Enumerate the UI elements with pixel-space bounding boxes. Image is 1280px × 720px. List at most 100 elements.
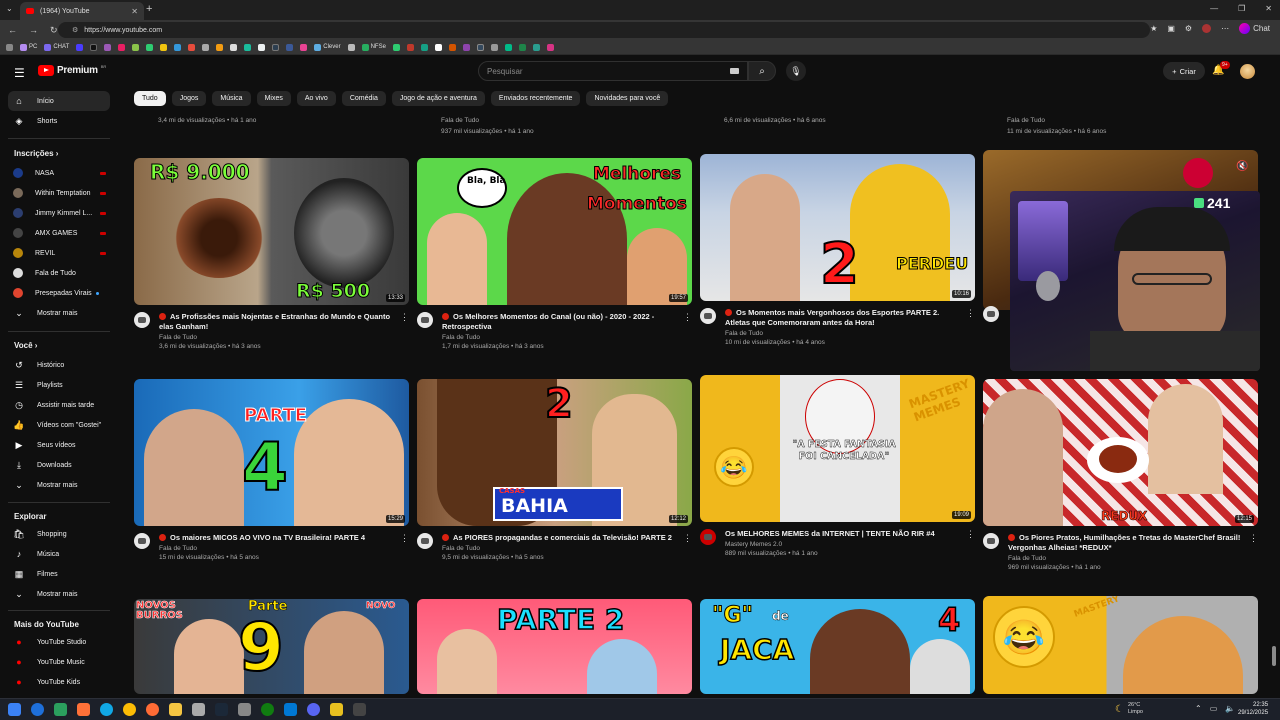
more-actions-icon[interactable]: ⋮ xyxy=(966,529,975,557)
channel-name[interactable]: Fala de Tudo xyxy=(1007,115,1106,126)
video-card[interactable]: PARTE 2 xyxy=(417,599,692,694)
video-thumbnail[interactable]: 😂 "A FESTA FANTASIA FOI CANCELADA" MASTE… xyxy=(700,375,975,522)
network-icon[interactable]: ▭ xyxy=(1210,704,1218,713)
channel-avatar[interactable] xyxy=(417,312,433,328)
channel-avatar[interactable] xyxy=(983,306,999,322)
channel-avatar[interactable] xyxy=(700,529,716,545)
widgets-icon[interactable] xyxy=(54,703,67,716)
bookmark-icon[interactable] xyxy=(230,43,238,51)
bookmark-icon[interactable] xyxy=(104,43,112,51)
video-title[interactable]: As Profissões mais Nojentas e Estranhas … xyxy=(159,312,394,332)
bookmark-icon[interactable] xyxy=(490,43,498,51)
close-window-icon[interactable]: ✕ xyxy=(1265,4,1272,13)
sidebar-item-shopping[interactable]: 🛍 Shopping xyxy=(8,524,110,544)
back-icon[interactable]: ← xyxy=(8,25,17,36)
close-tab-icon[interactable]: ✕ xyxy=(131,7,138,16)
volume-icon[interactable]: 🔈 xyxy=(1225,704,1235,713)
edge-icon[interactable] xyxy=(31,703,44,716)
bookmark-nfse[interactable]: NFSe xyxy=(361,43,386,51)
maximize-icon[interactable]: ❐ xyxy=(1238,4,1245,13)
video-card[interactable]: Bla, Bla Melhores Momentos 19:57 Os Melh… xyxy=(417,158,692,350)
sidebar-show-more-you[interactable]: ⌄ Mostrar mais xyxy=(8,475,110,495)
steam-icon[interactable] xyxy=(215,703,228,716)
bookmark-icon[interactable] xyxy=(244,43,252,51)
sidebar-item-movies[interactable]: ▦ Filmes xyxy=(8,564,110,584)
chrome-icon[interactable] xyxy=(123,703,136,716)
bookmark-pc[interactable]: PC xyxy=(20,43,37,51)
sidebar-show-more-subscriptions[interactable]: ⌄ Mostrar mais xyxy=(8,303,110,323)
channel-avatar[interactable] xyxy=(700,308,716,324)
chip-music[interactable]: Música xyxy=(212,91,251,106)
video-thumbnail[interactable]: NOVOS BURROS Parte 9 NOVO xyxy=(134,599,409,694)
menu-dots-icon[interactable]: ⋯ xyxy=(1221,24,1229,33)
bookmark-icon[interactable] xyxy=(202,43,210,51)
more-actions-icon[interactable]: ⋮ xyxy=(966,308,975,346)
channel-name[interactable]: Fala de Tudo xyxy=(1008,555,1243,562)
sidebar-item-music[interactable]: ♪ Música xyxy=(8,544,110,564)
sidebar-item-youtube-music[interactable]: ● YouTube Music xyxy=(8,652,110,672)
video-card[interactable]: REDUX 12:15 Os Piores Pratos, Humilhaçõe… xyxy=(983,379,1258,571)
bookmark-icon[interactable] xyxy=(462,43,470,51)
video-thumbnail[interactable]: 2 CASAS BAHIA 12:12 xyxy=(417,379,692,526)
video-card[interactable]: NOVOS BURROS Parte 9 NOVO xyxy=(134,599,409,694)
extension-icon[interactable]: ▣ xyxy=(1167,24,1175,33)
bookmark-icon[interactable] xyxy=(504,43,512,51)
bookmark-icon[interactable] xyxy=(188,43,196,51)
more-actions-icon[interactable]: ⋮ xyxy=(683,312,692,350)
store-icon[interactable] xyxy=(192,703,205,716)
more-actions-icon[interactable]: ⋮ xyxy=(400,312,409,350)
file-explorer-icon[interactable] xyxy=(169,703,182,716)
url-field[interactable]: ⚙ https://www.youtube.com xyxy=(58,22,1150,38)
sidebar-item-downloads[interactable]: ⤓ Downloads xyxy=(8,455,110,475)
video-thumbnail[interactable]: PARTE 4 15:29 xyxy=(134,379,409,526)
bookmark-icon[interactable] xyxy=(258,43,266,51)
chip-recently-uploaded[interactable]: Enviados recentemente xyxy=(490,91,581,106)
sidebar-item-watch-later[interactable]: ◷ Assistir mais tarde xyxy=(8,395,110,415)
video-card[interactable]: 😂 "A FESTA FANTASIA FOI CANCELADA" MASTE… xyxy=(700,375,975,557)
more-actions-icon[interactable]: ⋮ xyxy=(683,533,692,561)
extensions-puzzle-icon[interactable]: ⚙ xyxy=(1185,24,1192,33)
video-title[interactable]: Os Melhores Momentos do Canal (ou não) -… xyxy=(442,312,677,332)
channel-avatar[interactable] xyxy=(983,533,999,549)
tray-chevron-icon[interactable]: ⌃ xyxy=(1195,704,1202,713)
channel-name[interactable]: Fala de Tudo xyxy=(442,334,677,341)
bookmark-icon[interactable] xyxy=(406,43,414,51)
video-card[interactable]: 2 PERDEU 10:16 Os Momentos mais Vergonho… xyxy=(700,154,975,346)
sidebar-channel-amx-games[interactable]: AMX GAMES xyxy=(8,223,110,243)
sidebar-channel-within-temptation[interactable]: Within Temptation xyxy=(8,183,110,203)
bookmark-icon[interactable] xyxy=(90,43,98,51)
video-thumbnail[interactable]: REDUX 12:15 xyxy=(983,379,1258,526)
video-thumbnail[interactable]: Bla, Bla Melhores Momentos 19:57 xyxy=(417,158,692,305)
chip-comedy[interactable]: Comédia xyxy=(341,91,386,106)
channel-name[interactable]: Fala de Tudo xyxy=(159,545,394,552)
bookmark-icon[interactable] xyxy=(546,43,554,51)
keyboard-icon[interactable] xyxy=(730,68,739,74)
video-thumbnail[interactable]: 😂 MASTERY xyxy=(983,596,1258,694)
sidebar-channel-jimmy-kimmel[interactable]: Jimmy Kimmel L... xyxy=(8,203,110,223)
sidebar-channel-fala-de-tudo[interactable]: Fala de Tudo xyxy=(8,263,110,283)
video-title[interactable]: Os MELHORES MEMES da INTERNET | TENTE NÃ… xyxy=(725,529,960,539)
bookmark-icon[interactable] xyxy=(146,43,154,51)
video-card[interactable]: 😂 MASTERY xyxy=(983,596,1258,694)
bookmark-icon[interactable] xyxy=(76,43,84,51)
mute-icon[interactable]: 🔇 xyxy=(1236,161,1248,172)
sidebar-item-youtube-kids[interactable]: ● YouTube Kids xyxy=(8,672,110,692)
video-thumbnail[interactable]: R$ 9.000 R$ 500 13:33 xyxy=(134,158,409,305)
channel-name[interactable]: Fala de Tudo xyxy=(159,334,394,341)
chip-games[interactable]: Jogos xyxy=(171,91,207,106)
youtube-premium-logo[interactable]: Premium BR xyxy=(38,64,106,76)
bookmark-icon[interactable] xyxy=(272,43,280,51)
chip-new-to-you[interactable]: Novidades para você xyxy=(586,91,669,106)
channel-avatar[interactable] xyxy=(134,533,150,549)
bookmark-icon[interactable] xyxy=(347,43,355,51)
create-button[interactable]: + Criar xyxy=(1163,62,1205,80)
video-card[interactable]: R$ 9.000 R$ 500 13:33 As Profissões mais… xyxy=(134,158,409,350)
channel-name[interactable]: Fala de Tudo xyxy=(441,115,534,126)
chat-button[interactable]: Chat xyxy=(1239,23,1270,34)
chip-live[interactable]: Ao vivo xyxy=(296,91,336,106)
profile-icon[interactable] xyxy=(1202,24,1212,33)
bookmark-icon[interactable] xyxy=(216,43,224,51)
video-title[interactable]: Os maiores MICOS AO VIVO na TV Brasileir… xyxy=(159,533,394,543)
sidebar-item-your-videos[interactable]: ▶ Seus vídeos xyxy=(8,435,110,455)
channel-name[interactable]: Mastery Memes 2.0 xyxy=(725,541,960,548)
